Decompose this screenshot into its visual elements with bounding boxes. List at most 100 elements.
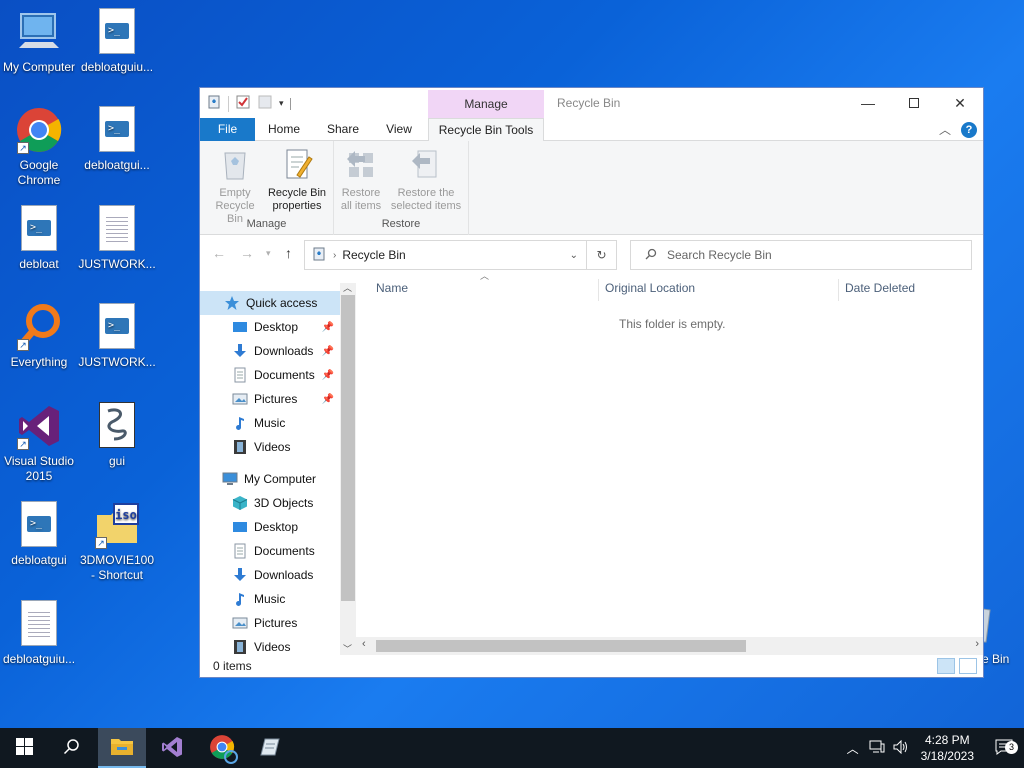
- music-note-icon: [232, 591, 248, 607]
- column-header-date-deleted[interactable]: Date Deleted: [845, 275, 915, 301]
- nav-item-pc-music[interactable]: Music: [200, 587, 340, 611]
- desktop-icon-label: e Bin: [982, 652, 1010, 666]
- restore-selected-icon: [410, 147, 442, 181]
- details-view-button[interactable]: [937, 658, 955, 674]
- desktop-icon-debloat[interactable]: debloat: [0, 205, 78, 272]
- up-arrow-icon[interactable]: ↑: [285, 245, 292, 261]
- desktop-icon-debloatgui-1[interactable]: debloatgui...: [78, 106, 156, 173]
- horizontal-scrollbar[interactable]: ‹ ›: [356, 637, 983, 655]
- scrollbar-thumb[interactable]: [341, 295, 355, 601]
- nav-item-pc-videos[interactable]: Videos: [200, 635, 340, 655]
- chrome-icon: ↗: [15, 106, 63, 154]
- scroll-down-icon[interactable]: ﹀: [343, 642, 352, 655]
- network-icon[interactable]: [869, 740, 885, 757]
- desktop-icon-3dmovie-shortcut[interactable]: iso ↗ 3DMOVIE100 - Shortcut: [78, 501, 156, 583]
- scroll-up-icon[interactable]: ︿: [343, 281, 352, 294]
- help-icon[interactable]: ?: [961, 121, 977, 138]
- nav-pane-scrollbar[interactable]: ︿ ﹀: [340, 283, 356, 655]
- taskbar: ︿ 4:28 PM 3/18/2023 3: [0, 728, 1024, 768]
- nav-item-quick-access[interactable]: Quick access: [200, 291, 340, 315]
- taskbar-script-app[interactable]: [246, 728, 294, 768]
- properties-check-icon[interactable]: [235, 94, 251, 113]
- computer-icon: [222, 471, 238, 487]
- scroll-left-icon[interactable]: ‹: [362, 638, 366, 650]
- breadcrumb[interactable]: Recycle Bin: [342, 248, 405, 262]
- column-divider[interactable]: [598, 279, 599, 301]
- everything-search-icon: ↗: [15, 303, 63, 351]
- nav-item-pc-pictures[interactable]: Pictures: [200, 611, 340, 635]
- taskbar-chrome[interactable]: [198, 728, 246, 768]
- nav-item-pc-desktop[interactable]: Desktop: [200, 515, 340, 539]
- nav-item-pc-documents[interactable]: Documents: [200, 539, 340, 563]
- restore-selected-items-button[interactable]: Restore the selected items: [386, 147, 466, 213]
- desktop-icon-debloatguiu-1[interactable]: debloatguiu...: [78, 8, 156, 75]
- nav-item-qa-desktop[interactable]: Desktop 📌: [200, 315, 340, 339]
- ribbon-group-restore: Restore all items Restore the selected i…: [334, 141, 469, 235]
- customize-qat-dropdown-icon[interactable]: ▾: [279, 98, 284, 109]
- desktop-icon-google-chrome[interactable]: ↗ Google Chrome: [0, 106, 78, 188]
- desktop-icon-gui[interactable]: gui: [78, 402, 156, 469]
- clock[interactable]: 4:28 PM 3/18/2023: [921, 732, 974, 764]
- desktop-icon-everything[interactable]: ↗ Everything: [0, 303, 78, 370]
- address-dropdown-icon[interactable]: ⌄: [570, 250, 578, 261]
- column-header-original-location[interactable]: Original Location: [605, 275, 695, 301]
- desktop-icon-my-computer[interactable]: My Computer: [0, 8, 78, 75]
- close-button[interactable]: ✕: [937, 88, 983, 118]
- search-input[interactable]: Search Recycle Bin: [630, 240, 972, 270]
- nav-item-label: Documents: [254, 368, 315, 382]
- address-bar[interactable]: › Recycle Bin ⌄: [304, 240, 587, 270]
- close-icon: ✕: [954, 94, 966, 111]
- nav-item-my-computer[interactable]: My Computer: [200, 467, 340, 491]
- desktop-icon-justwork-ps[interactable]: JUSTWORK...: [78, 303, 156, 370]
- scrollbar-thumb[interactable]: [376, 640, 746, 652]
- desktop-icon-debloatgui[interactable]: debloatgui: [0, 501, 78, 568]
- action-center-button[interactable]: 3: [984, 739, 1024, 758]
- nav-item-qa-music[interactable]: Music: [200, 411, 340, 435]
- forward-arrow-icon[interactable]: →: [240, 245, 254, 261]
- nav-item-label: Documents: [254, 544, 315, 558]
- collapse-ribbon-icon[interactable]: ︿: [939, 121, 951, 138]
- maximize-button[interactable]: [891, 88, 937, 118]
- taskbar-visual-studio[interactable]: [148, 728, 196, 768]
- nav-item-qa-videos[interactable]: Videos: [200, 435, 340, 459]
- desktop-icon-label: JUSTWORK...: [78, 355, 156, 369]
- search-button[interactable]: [48, 728, 96, 768]
- back-arrow-icon[interactable]: ←: [212, 245, 226, 261]
- large-icons-view-button[interactable]: [959, 658, 977, 674]
- tab-recycle-bin-tools[interactable]: Recycle Bin Tools: [428, 118, 544, 142]
- taskbar-file-explorer[interactable]: [98, 728, 146, 768]
- desktop-icon-visual-studio[interactable]: ↗ Visual Studio 2015: [0, 402, 78, 484]
- pin-icon: 📌: [321, 345, 334, 357]
- pin-icon: 📌: [321, 369, 334, 381]
- nav-item-label: Pictures: [254, 616, 298, 630]
- tab-share[interactable]: Share: [316, 118, 370, 141]
- start-button[interactable]: [0, 728, 48, 768]
- scroll-right-icon[interactable]: ›: [975, 638, 979, 650]
- column-header-name[interactable]: Name: [376, 275, 408, 301]
- refresh-button[interactable]: ↻: [587, 240, 617, 270]
- nav-item-qa-documents[interactable]: Documents 📌: [200, 363, 340, 387]
- recent-locations-dropdown-icon[interactable]: ▾: [266, 248, 271, 259]
- nav-item-label: Videos: [254, 640, 291, 654]
- desktop-icon-label: JUSTWORK...: [78, 257, 156, 271]
- tab-home[interactable]: Home: [256, 118, 312, 141]
- recycle-bin-properties-button[interactable]: Recycle Bin properties: [266, 147, 328, 213]
- nav-item-qa-pictures[interactable]: Pictures 📌: [200, 387, 340, 411]
- tab-file[interactable]: File: [200, 118, 255, 141]
- text-file-icon: [93, 205, 141, 253]
- empty-recycle-bin-button[interactable]: Empty Recycle Bin: [206, 147, 264, 226]
- minimize-button[interactable]: —: [845, 88, 891, 118]
- nav-item-pc-downloads[interactable]: Downloads: [200, 563, 340, 587]
- show-hidden-icons-chevron-icon[interactable]: ︿: [847, 740, 859, 757]
- new-folder-icon[interactable]: [257, 94, 273, 113]
- desktop-icon-justwork-txt[interactable]: JUSTWORK...: [78, 205, 156, 272]
- quick-access-toolbar: ▾: [206, 94, 291, 113]
- tab-view[interactable]: View: [374, 118, 424, 141]
- restore-all-items-button[interactable]: Restore all items: [338, 147, 384, 213]
- nav-item-3d-objects[interactable]: 3D Objects: [200, 491, 340, 515]
- qat-divider: [228, 95, 229, 112]
- desktop-icon-debloatguiu-txt[interactable]: debloatguiu...: [0, 600, 78, 667]
- column-divider[interactable]: [838, 279, 839, 301]
- volume-icon[interactable]: [893, 739, 909, 757]
- nav-item-qa-downloads[interactable]: Downloads 📌: [200, 339, 340, 363]
